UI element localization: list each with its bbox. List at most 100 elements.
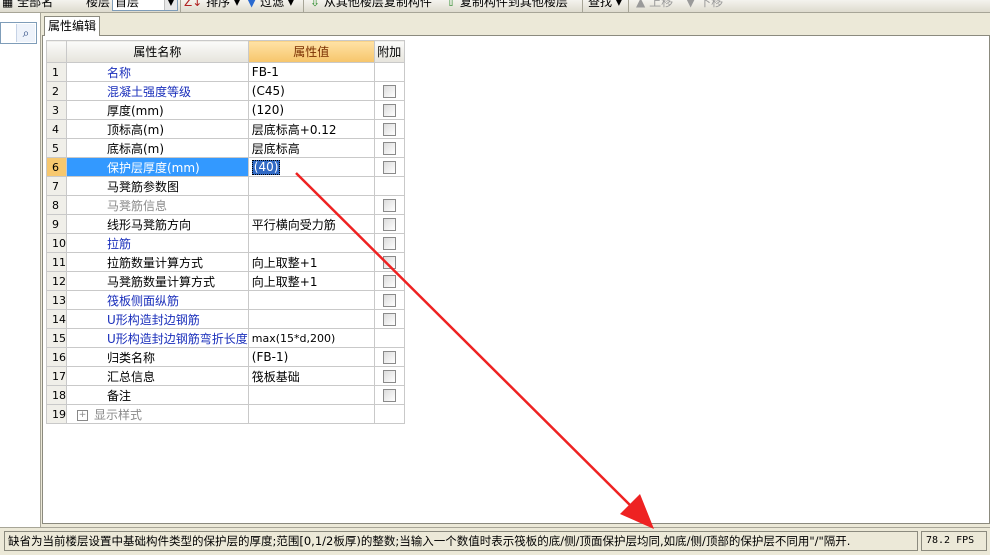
property-name: 备注 bbox=[66, 385, 249, 405]
table-row[interactable]: 19 + 显示样式 bbox=[46, 404, 405, 424]
table-row[interactable]: 7 马凳筋参数图 bbox=[46, 176, 405, 196]
header-property-value: 属性值 bbox=[247, 40, 375, 63]
extra-checkbox[interactable] bbox=[382, 256, 396, 269]
property-value[interactable] bbox=[247, 176, 375, 196]
table-row[interactable]: 5 底标高(m) 层底标高 bbox=[46, 138, 405, 158]
header-extra: 附加 bbox=[373, 40, 405, 63]
property-value[interactable]: (C45) bbox=[247, 81, 375, 101]
property-value[interactable]: 筏板基础 bbox=[247, 366, 375, 386]
property-grid: 属性名称 属性值 附加 1 名称 FB-1 2 混凝土强度等级 (C45) 3 … bbox=[46, 40, 405, 424]
extra-checkbox[interactable] bbox=[382, 351, 396, 364]
move-up-button[interactable]: ▲ 上移 bbox=[636, 0, 673, 10]
extra-checkbox[interactable] bbox=[382, 389, 396, 402]
left-panel: ⌕ bbox=[0, 13, 41, 538]
filter-icon: ▼ bbox=[247, 0, 257, 9]
property-value[interactable]: (120) bbox=[247, 100, 375, 120]
copy-from-icon: ⇩ bbox=[310, 0, 321, 9]
table-row[interactable]: 3 厚度(mm) (120) bbox=[46, 100, 405, 120]
sort-button[interactable]: Z↓ 排序 ▾ bbox=[184, 0, 240, 10]
property-name: 马凳筋信息 bbox=[66, 195, 249, 215]
header-property-name: 属性名称 bbox=[66, 40, 249, 63]
extra-checkbox[interactable] bbox=[382, 370, 396, 383]
table-row[interactable]: 14 U形构造封边钢筋 bbox=[46, 309, 405, 329]
property-value[interactable]: 层底标高+0.12 bbox=[247, 119, 375, 139]
extra-checkbox[interactable] bbox=[382, 237, 396, 250]
extra-checkbox[interactable] bbox=[382, 199, 396, 212]
property-name-group[interactable]: + 显示样式 bbox=[66, 404, 249, 424]
table-row[interactable]: 15 U形构造封边钢筋弯折长度 max(15*d,200) bbox=[46, 328, 405, 348]
table-row[interactable]: 16 归类名称 (FB-1) bbox=[46, 347, 405, 367]
copy-to-other-floors-button[interactable]: ⇧ 复制构件到其他楼层 bbox=[446, 0, 568, 10]
tab-property-edit[interactable]: 属性编辑 bbox=[44, 16, 100, 36]
find-button[interactable]: 查找 ▾ bbox=[588, 0, 622, 10]
property-name: 底标高(m) bbox=[66, 138, 249, 158]
property-value[interactable]: FB-1 bbox=[247, 62, 375, 82]
sort-icon: Z↓ bbox=[184, 0, 203, 9]
table-row[interactable]: 17 汇总信息 筏板基础 bbox=[46, 366, 405, 386]
property-value[interactable]: 向上取整+1 bbox=[247, 271, 375, 291]
property-value[interactable] bbox=[247, 385, 375, 405]
move-down-button[interactable]: ▼ 下移 bbox=[686, 0, 723, 10]
row-number-header bbox=[46, 40, 67, 63]
table-row[interactable]: 18 备注 bbox=[46, 385, 405, 405]
table-row[interactable]: 9 线形马凳筋方向 平行横向受力筋 bbox=[46, 214, 405, 234]
property-value[interactable] bbox=[247, 290, 375, 310]
floor-label: 楼层 bbox=[86, 0, 111, 9]
property-name: 马凳筋数量计算方式 bbox=[66, 271, 249, 291]
table-row[interactable]: 11 拉筋数量计算方式 向上取整+1 bbox=[46, 252, 405, 272]
property-value[interactable] bbox=[247, 195, 375, 215]
filter-button[interactable]: ▼ 过滤 ▾ bbox=[247, 0, 294, 10]
toolbar: ▦ 全部名 楼层 首层 ▼ Z↓ 排序 ▾ ▼ 过滤 ▾ ⇩ 从其他楼层复制构件 … bbox=[0, 0, 990, 13]
property-name: 拉筋 bbox=[66, 233, 249, 253]
property-name: 线形马凳筋方向 bbox=[66, 214, 249, 234]
copy-to-icon: ⇧ bbox=[446, 0, 457, 9]
fps-indicator: 78.2 FPS bbox=[921, 531, 987, 551]
property-value[interactable]: 层底标高 bbox=[247, 138, 375, 158]
property-value[interactable] bbox=[247, 233, 375, 253]
extra-checkbox[interactable] bbox=[382, 218, 396, 231]
table-row[interactable]: 4 顶标高(m) 层底标高+0.12 bbox=[46, 119, 405, 139]
search-input[interactable]: ⌕ bbox=[0, 22, 37, 44]
property-name: 名称 bbox=[66, 62, 249, 82]
extra-checkbox[interactable] bbox=[382, 85, 396, 98]
table-row[interactable]: 2 混凝土强度等级 (C45) bbox=[46, 81, 405, 101]
extra-checkbox[interactable] bbox=[382, 275, 396, 288]
property-name: 混凝土强度等级 bbox=[66, 81, 249, 101]
chevron-down-icon: ▼ bbox=[164, 0, 177, 10]
property-name: 归类名称 bbox=[66, 347, 249, 367]
extra-checkbox[interactable] bbox=[382, 142, 396, 155]
property-value[interactable]: 向上取整+1 bbox=[247, 252, 375, 272]
rename-all-button[interactable]: ▦ 全部名 bbox=[2, 0, 53, 10]
expand-icon[interactable]: + bbox=[77, 409, 88, 421]
table-row[interactable]: 1 名称 FB-1 bbox=[46, 62, 405, 82]
table-row[interactable]: 12 马凳筋数量计算方式 向上取整+1 bbox=[46, 271, 405, 291]
property-value[interactable]: (FB-1) bbox=[247, 347, 375, 367]
move-down-icon: ▼ bbox=[686, 0, 696, 9]
rename-icon: ▦ bbox=[2, 0, 14, 9]
search-icon[interactable]: ⌕ bbox=[16, 24, 35, 42]
extra-checkbox[interactable] bbox=[382, 123, 396, 136]
property-value[interactable] bbox=[247, 309, 375, 329]
property-value-editor[interactable]: (40) bbox=[247, 157, 375, 177]
extra-checkbox[interactable] bbox=[382, 313, 396, 326]
extra-checkbox[interactable] bbox=[382, 294, 396, 307]
copy-from-other-floors-button[interactable]: ⇩ 从其他楼层复制构件 bbox=[310, 0, 432, 10]
property-name: 顶标高(m) bbox=[66, 119, 249, 139]
property-value[interactable]: max(15*d,200) bbox=[247, 328, 375, 348]
property-name: U形构造封边钢筋 bbox=[66, 309, 249, 329]
table-row[interactable]: 8 马凳筋信息 bbox=[46, 195, 405, 215]
property-value[interactable] bbox=[247, 404, 375, 424]
floor-select[interactable]: 首层 ▼ bbox=[112, 0, 178, 11]
extra-checkbox[interactable] bbox=[382, 104, 396, 117]
property-name: U形构造封边钢筋弯折长度 bbox=[66, 328, 249, 348]
move-up-icon: ▲ bbox=[636, 0, 646, 9]
table-row[interactable]: 10 拉筋 bbox=[46, 233, 405, 253]
table-row-selected[interactable]: 6 保护层厚度(mm) (40) bbox=[46, 157, 405, 177]
property-name: 马凳筋参数图 bbox=[66, 176, 249, 196]
value-edit-box[interactable]: (40) bbox=[251, 159, 281, 175]
extra-checkbox[interactable] bbox=[382, 161, 396, 174]
property-value[interactable]: 平行横向受力筋 bbox=[247, 214, 375, 234]
property-name: 筏板侧面纵筋 bbox=[66, 290, 249, 310]
status-message: 缺省为当前楼层设置中基础构件类型的保护层的厚度;范围[0,1/2板厚)的整数;当… bbox=[4, 531, 918, 551]
table-row[interactable]: 13 筏板侧面纵筋 bbox=[46, 290, 405, 310]
